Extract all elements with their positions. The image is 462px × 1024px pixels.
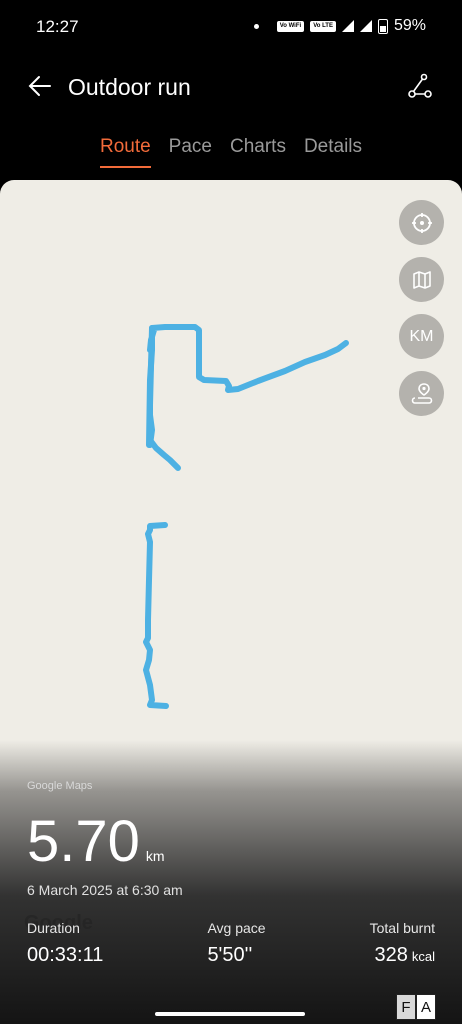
battery-icon (377, 18, 388, 34)
status-icons: Vo WiFi Vo LTE 59% (253, 17, 426, 35)
map-type-icon (412, 270, 431, 289)
route-share-icon[interactable] (406, 72, 434, 100)
tab-charts[interactable]: Charts (230, 136, 286, 168)
distance-value: 5.70 (27, 809, 140, 874)
locate-icon (411, 212, 432, 233)
route-pin-icon (411, 382, 432, 404)
tab-details[interactable]: Details (304, 136, 362, 168)
distance-unit: km (145, 848, 165, 864)
status-bar: 12:27 Vo WiFi Vo LTE 59% (0, 0, 462, 52)
back-arrow-icon[interactable] (26, 72, 54, 100)
route-pin-button[interactable] (399, 371, 444, 416)
signal-icon-2 (359, 20, 372, 32)
home-indicator[interactable] (155, 1012, 305, 1016)
locate-button[interactable] (399, 200, 444, 245)
pace-label: Avg pace (207, 920, 266, 936)
pace-stat: Avg pace 5'50'' (207, 920, 265, 967)
workout-date: 6 March 2025 at 6:30 am (27, 882, 183, 898)
duration-stat: Duration 00:33:11 (27, 920, 103, 967)
burnt-unit: kcal (411, 949, 435, 964)
map-type-button[interactable] (399, 257, 444, 302)
stats-row: Duration 00:33:11 Avg pace 5'50'' Total … (27, 920, 435, 967)
unit-km-button[interactable]: KM (399, 314, 444, 359)
burnt-label: Total burnt (369, 920, 435, 936)
pace-value: 5'50'' (207, 944, 253, 966)
volte-icon: Vo LTE (310, 20, 336, 32)
clock: 12:27 (36, 17, 79, 36)
tab-route[interactable]: Route (99, 136, 151, 168)
notification-dot-icon (253, 23, 259, 29)
map-attribution: Google Maps (27, 780, 93, 792)
tab-bar: Route Pace Charts Details (0, 136, 462, 168)
app-header: Outdoor run (0, 60, 462, 114)
page-title: Outdoor run (68, 74, 191, 100)
burnt-value: 328 (374, 944, 408, 966)
duration-label: Duration (27, 920, 80, 936)
tab-pace[interactable]: Pace (169, 136, 212, 168)
duration-value: 00:33:11 (27, 944, 104, 966)
battery-percent: 59% (393, 17, 426, 34)
vowifi-icon: Vo WiFi (276, 20, 305, 32)
corner-badge: F A (396, 994, 436, 1020)
signal-icon (341, 20, 354, 32)
route-map[interactable]: KM Google Maps 5.70 km 6 March 2025 at 6… (0, 180, 462, 1024)
burnt-stat: Total burnt 328 kcal (370, 920, 435, 967)
distance-display: 5.70 km (27, 808, 165, 875)
badge-left: F (396, 994, 416, 1020)
burnt-value-line: 328 kcal (370, 944, 436, 967)
badge-right: A (416, 994, 436, 1020)
